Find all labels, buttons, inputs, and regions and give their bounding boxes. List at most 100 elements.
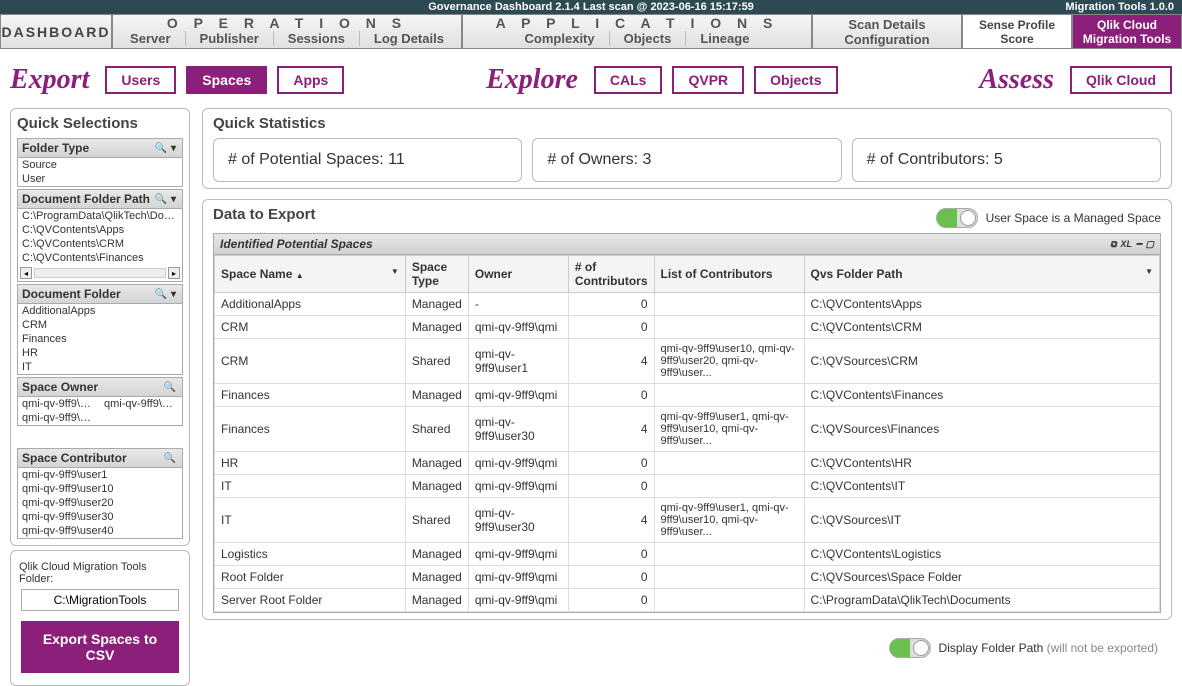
export-label: Export (10, 64, 89, 96)
list-item[interactable]: qmi-qv-9ff9\user1 (18, 468, 182, 482)
migration-folder-input[interactable]: C:\MigrationTools (21, 589, 179, 611)
chevron-down-icon[interactable]: ▼ (1145, 267, 1153, 276)
nav-lineage[interactable]: Lineage (686, 31, 763, 46)
dropdown-icon[interactable]: ▾ (169, 194, 178, 205)
nav-sessions[interactable]: Sessions (274, 31, 360, 46)
users-button[interactable]: Users (105, 66, 176, 94)
cell-space-name: Server Root Folder (215, 589, 406, 612)
col-space-name-label: Space Name (221, 267, 292, 281)
col-qvs-folder-path[interactable]: Qvs Folder Path▼ (804, 256, 1159, 293)
search-icon[interactable]: 🔍 (162, 382, 178, 393)
dropdown-icon[interactable]: ▾ (169, 289, 178, 300)
display-folder-path-toggle[interactable] (889, 638, 931, 658)
list-item[interactable]: qmi-qv-9ff9\user20 (18, 496, 182, 510)
list-item[interactable]: HR (18, 346, 182, 360)
cell-space-type: Shared (405, 339, 468, 384)
search-icon[interactable]: 🔍 (162, 453, 178, 464)
nav-log-details[interactable]: Log Details (360, 31, 458, 46)
status-right: Migration Tools 1.0.0 (785, 1, 1174, 13)
scroll-track[interactable] (34, 268, 166, 278)
list-item[interactable]: qmi-qv-9ff9\user40 (18, 524, 182, 538)
cell-space-type: Shared (405, 407, 468, 452)
list-item[interactable]: C:\QVContents\CRM (18, 237, 182, 251)
list-item[interactable]: qmi-qv-9ff9\qmi (18, 397, 100, 411)
nav-migration-line2: Migration Tools (1083, 32, 1171, 46)
list-item[interactable]: qmi-qv-9ff9\user30 (18, 510, 182, 524)
apps-button[interactable]: Apps (277, 66, 344, 94)
col-contributor-count[interactable]: # of Contributors (568, 256, 654, 293)
table-row[interactable]: AdditionalAppsManaged-0C:\QVContents\App… (215, 293, 1160, 316)
list-item[interactable]: C:\ProgramData\QlikTech\Docum... (18, 209, 182, 223)
table-row[interactable]: Server Root FolderManagedqmi-qv-9ff9\qmi… (215, 589, 1160, 612)
table-detach-icon[interactable]: ⧉ (1110, 239, 1116, 250)
col-space-type[interactable]: Space Type (405, 256, 468, 293)
cell-contributors (654, 452, 804, 475)
cell-contributor-count: 0 (568, 316, 654, 339)
table-row[interactable]: CRMManagedqmi-qv-9ff9\qmi0C:\QVContents\… (215, 316, 1160, 339)
spaces-table-wrap: Identified Potential Spaces ⧉ XL ━ ▢ Spa… (213, 233, 1161, 613)
table-row[interactable]: ITManagedqmi-qv-9ff9\qmi0C:\QVContents\I… (215, 475, 1160, 498)
cell-owner: qmi-qv-9ff9\user30 (468, 498, 568, 543)
list-item[interactable]: Finances (18, 332, 182, 346)
list-item[interactable]: C:\QVContents\Finances (18, 251, 182, 265)
status-bar: Governance Dashboard 2.1.4 Last scan @ 2… (0, 0, 1182, 14)
folder-type-filter: Folder Type🔍▾ Source User (17, 138, 183, 187)
col-contributors[interactable]: List of Contributors (654, 256, 804, 293)
cell-qvs-folder-path: C:\QVContents\IT (804, 475, 1159, 498)
qlik-cloud-button[interactable]: Qlik Cloud (1070, 66, 1172, 94)
cell-qvs-folder-path: C:\QVSources\Finances (804, 407, 1159, 452)
nav-migration-tools[interactable]: Qlik Cloud Migration Tools (1072, 14, 1182, 49)
list-item[interactable]: qmi-qv-9ff9\user10 (18, 482, 182, 496)
table-row[interactable]: HRManagedqmi-qv-9ff9\qmi0C:\QVContents\H… (215, 452, 1160, 475)
nav-complexity[interactable]: Complexity (511, 31, 610, 46)
nav-sense-profile-score[interactable]: Sense Profile Score (962, 14, 1072, 49)
search-icon[interactable]: 🔍 (153, 289, 169, 300)
chevron-down-icon[interactable]: ▼ (391, 267, 399, 276)
table-minimize-icon[interactable]: ━ (1136, 239, 1141, 250)
horizontal-scrollbar[interactable]: ◂▸ (18, 265, 182, 281)
nav-dashboard[interactable]: DASHBOARD (0, 14, 112, 49)
list-item[interactable]: C:\QVContents\Apps (18, 223, 182, 237)
table-row[interactable]: Root FolderManagedqmi-qv-9ff9\qmi0C:\QVS… (215, 566, 1160, 589)
table-row[interactable]: FinancesManagedqmi-qv-9ff9\qmi0C:\QVCont… (215, 384, 1160, 407)
nav-publisher[interactable]: Publisher (186, 31, 274, 46)
managed-space-toggle[interactable] (936, 208, 978, 228)
search-icon[interactable]: 🔍 (153, 194, 169, 205)
scroll-left-icon[interactable]: ◂ (20, 267, 32, 279)
cell-space-type: Managed (405, 589, 468, 612)
nav-server[interactable]: Server (116, 31, 185, 46)
spaces-button[interactable]: Spaces (186, 66, 267, 94)
qvpr-button[interactable]: QVPR (672, 66, 744, 94)
list-item[interactable]: qmi-qv-9ff9\user1 (100, 397, 182, 411)
scroll-right-icon[interactable]: ▸ (168, 267, 180, 279)
table-xl-icon[interactable]: XL (1121, 239, 1133, 250)
objects-button[interactable]: Objects (754, 66, 837, 94)
space-owner-header: Space Owner (22, 380, 162, 394)
table-row[interactable]: CRMSharedqmi-qv-9ff9\user14qmi-qv-9ff9\u… (215, 339, 1160, 384)
col-owner[interactable]: Owner (468, 256, 568, 293)
table-row[interactable]: LogisticsManagedqmi-qv-9ff9\qmi0C:\QVCon… (215, 543, 1160, 566)
table-maximize-icon[interactable]: ▢ (1145, 239, 1154, 250)
cell-space-name: Logistics (215, 543, 406, 566)
cell-owner: qmi-qv-9ff9\qmi (468, 589, 568, 612)
nav-objects[interactable]: Objects (610, 31, 687, 46)
cell-qvs-folder-path: C:\QVContents\CRM (804, 316, 1159, 339)
search-icon[interactable]: 🔍 (153, 143, 169, 154)
cell-contributors (654, 566, 804, 589)
list-item[interactable]: AdditionalApps (18, 304, 182, 318)
table-row[interactable]: ITSharedqmi-qv-9ff9\user304qmi-qv-9ff9\u… (215, 498, 1160, 543)
list-item[interactable]: CRM (18, 318, 182, 332)
export-spaces-csv-button[interactable]: Export Spaces to CSV (21, 621, 179, 673)
cell-contributor-count: 0 (568, 543, 654, 566)
list-item[interactable]: qmi-qv-9ff9\use... (18, 411, 100, 425)
dropdown-icon[interactable]: ▾ (169, 143, 178, 154)
cell-space-name: IT (215, 498, 406, 543)
col-space-name[interactable]: Space Name ▲▼ (215, 256, 406, 293)
cals-button[interactable]: CALs (594, 66, 663, 94)
folder-type-header: Folder Type (22, 141, 153, 155)
nav-scan[interactable]: Scan Details Configuration (812, 14, 962, 49)
table-row[interactable]: FinancesSharedqmi-qv-9ff9\user304qmi-qv-… (215, 407, 1160, 452)
list-item[interactable]: User (18, 172, 182, 186)
list-item[interactable]: Source (18, 158, 182, 172)
list-item[interactable]: IT (18, 360, 182, 374)
